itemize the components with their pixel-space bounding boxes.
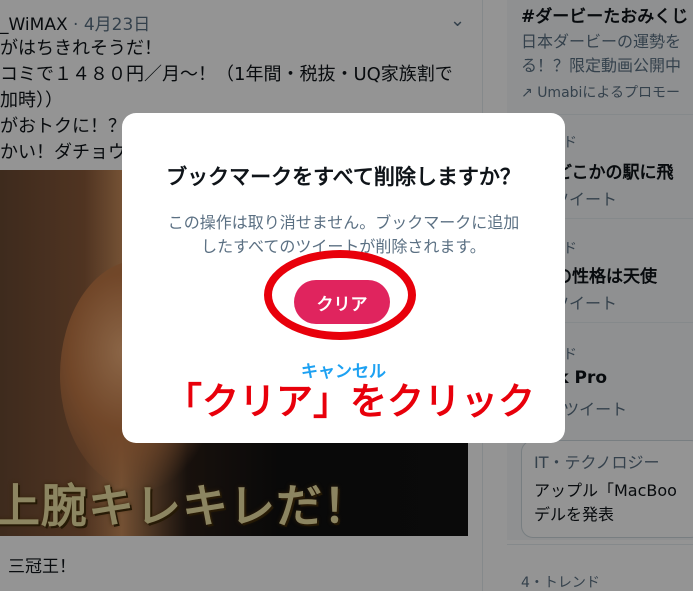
confirm-dialog: ブックマークをすべて削除しますか？ この操作は取り消せません。ブックマークに追加… — [122, 113, 565, 443]
annotation-instruction: 「クリア」をクリック — [165, 380, 535, 423]
dialog-description-line: この操作は取り消せません。ブックマークに追加 — [167, 213, 520, 232]
highlight-circle — [264, 250, 416, 340]
dialog-title: ブックマークをすべて削除しますか？ — [166, 165, 521, 189]
